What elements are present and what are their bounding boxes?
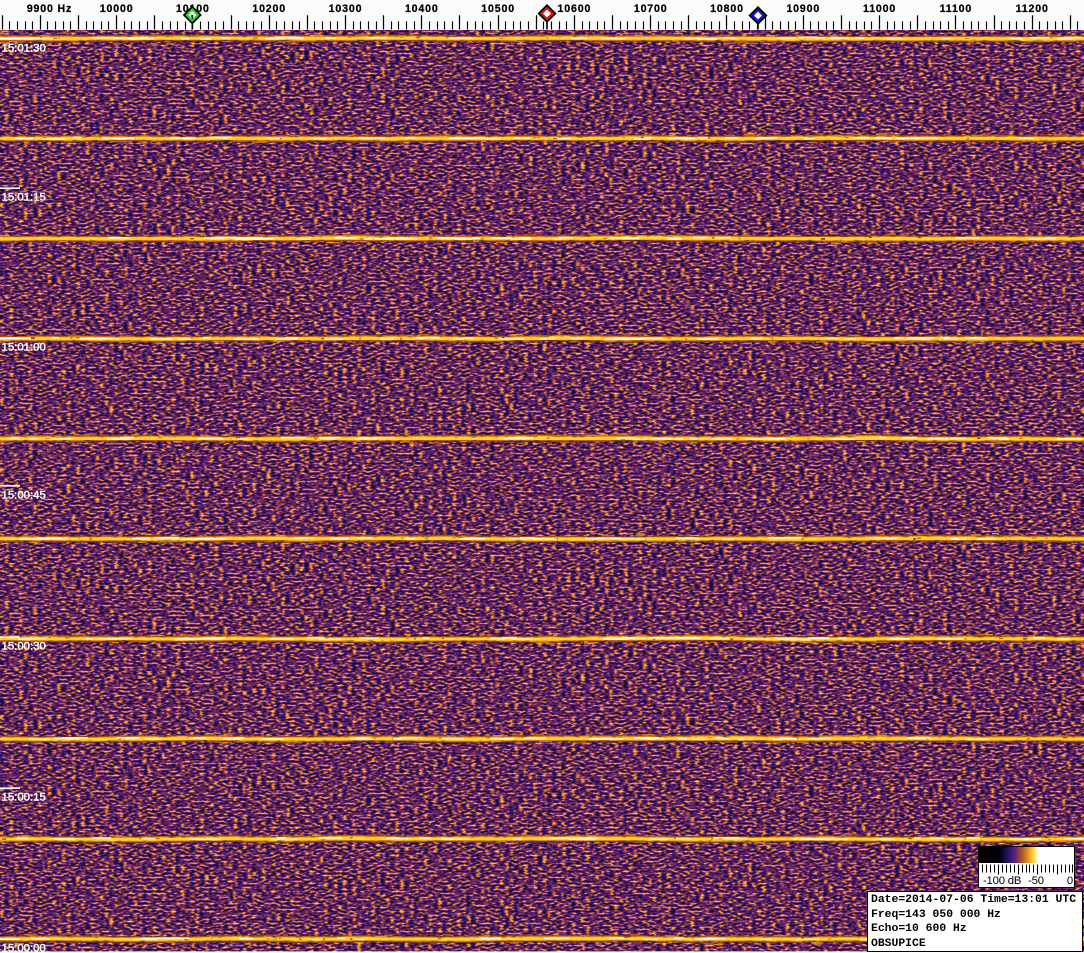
svg-text:-50: -50 xyxy=(1028,875,1044,887)
svg-text:0: 0 xyxy=(1067,875,1073,887)
svg-text:-100 dB: -100 dB xyxy=(983,875,1021,887)
